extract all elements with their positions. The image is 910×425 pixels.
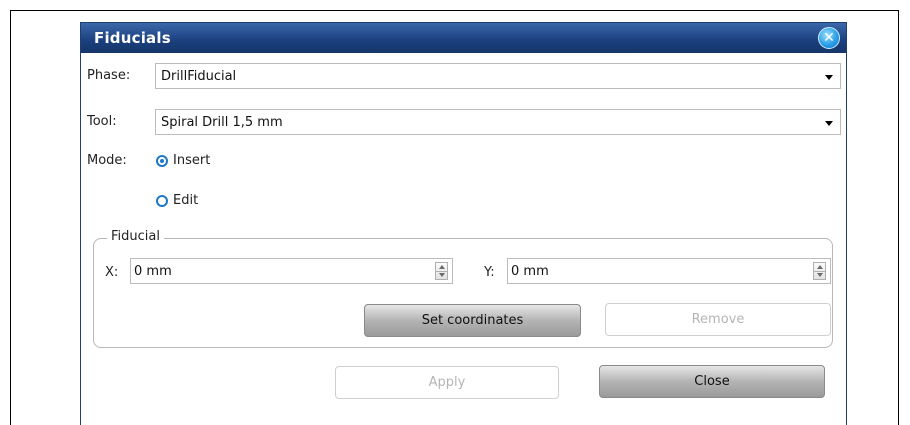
spin-up-icon	[439, 265, 445, 269]
mode-radio-insert[interactable]: Insert	[155, 152, 275, 170]
dialog-title: Fiducials	[94, 29, 171, 47]
frame-border-left	[10, 10, 11, 425]
mode-label: Mode:	[87, 153, 127, 168]
y-input[interactable]: 0 mm	[507, 258, 831, 284]
spin-up-icon	[817, 265, 823, 269]
x-value: 0 mm	[134, 264, 172, 279]
phase-value: DrillFiducial	[161, 69, 237, 84]
y-label: Y:	[484, 265, 495, 280]
tool-select[interactable]: Spiral Drill 1,5 mm	[155, 109, 841, 135]
frame-border-right	[898, 10, 899, 425]
close-button[interactable]: Close	[599, 365, 825, 398]
radio-checked-icon	[156, 155, 168, 167]
x-input[interactable]: 0 mm	[130, 258, 453, 284]
chevron-down-icon	[825, 75, 833, 80]
phase-select[interactable]: DrillFiducial	[155, 63, 841, 89]
x-spinner[interactable]	[435, 262, 448, 280]
frame-border-top	[10, 10, 899, 11]
apply-button[interactable]: Apply	[335, 366, 559, 399]
spin-down-icon	[817, 273, 823, 277]
mode-insert-label: Insert	[173, 153, 211, 168]
mode-radio-edit[interactable]: Edit	[155, 192, 275, 210]
set-coordinates-button[interactable]: Set coordinates	[364, 304, 581, 337]
y-value: 0 mm	[511, 264, 549, 279]
remove-button[interactable]: Remove	[605, 303, 831, 336]
spin-down-icon	[439, 273, 445, 277]
fiducials-dialog: Fiducials ✕ Phase: DrillFiducial Tool: S…	[80, 22, 847, 425]
dialog-titlebar[interactable]: Fiducials ✕	[81, 23, 846, 53]
spin-divider	[814, 271, 825, 272]
chevron-down-icon	[825, 121, 833, 126]
x-label: X:	[105, 265, 119, 280]
y-spinner[interactable]	[813, 262, 826, 280]
close-x-icon[interactable]: ✕	[818, 27, 840, 49]
phase-label: Phase:	[87, 68, 131, 83]
tool-value: Spiral Drill 1,5 mm	[161, 115, 283, 130]
spin-divider	[436, 271, 447, 272]
mode-edit-label: Edit	[173, 193, 199, 208]
fiducial-group-title: Fiducial	[107, 229, 164, 244]
tool-label: Tool:	[87, 114, 117, 129]
radio-unchecked-icon	[156, 195, 168, 207]
